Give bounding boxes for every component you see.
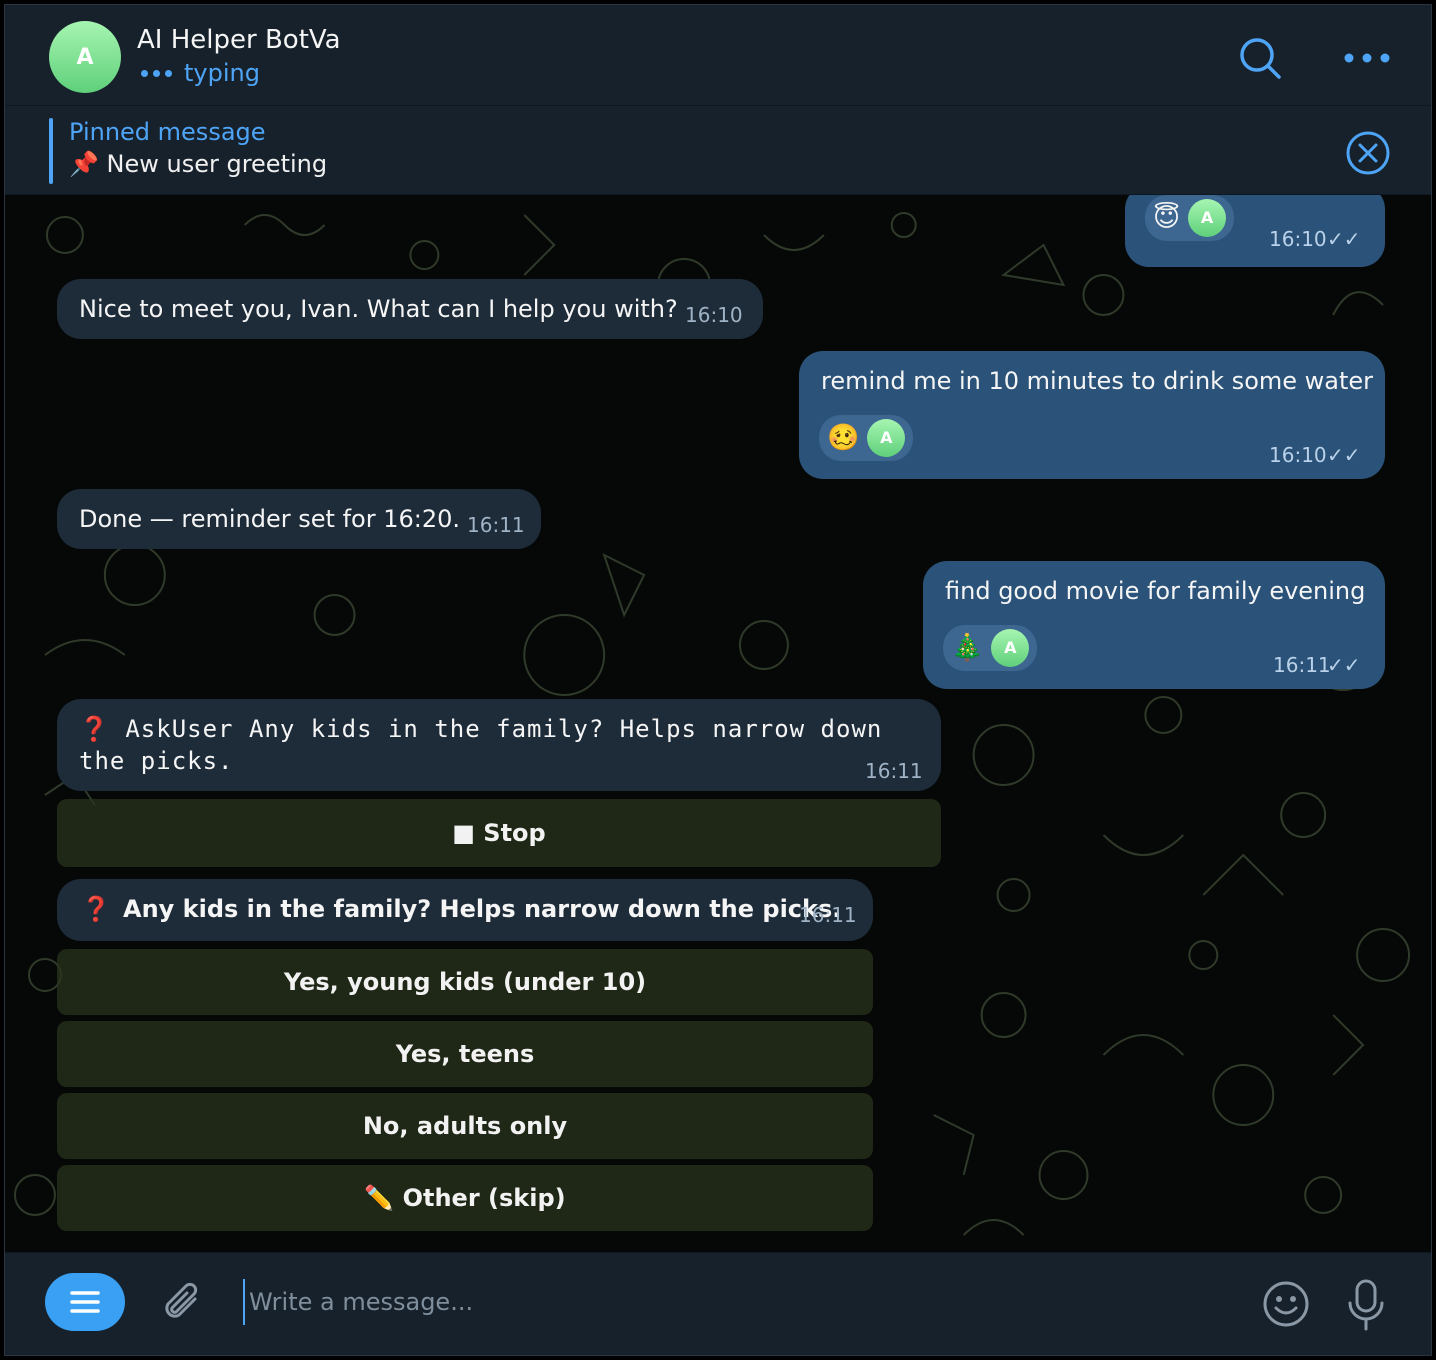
reaction-chip[interactable]: 🎄 A xyxy=(943,625,1038,671)
attach-icon[interactable] xyxy=(159,1279,209,1333)
message-time: 16:10 xyxy=(1269,227,1327,251)
typing-status: typing xyxy=(141,59,260,87)
reaction-emoji: 😇 xyxy=(1153,203,1181,233)
message-text: remind me in 10 minutes to drink some wa… xyxy=(821,367,1374,395)
microphone-icon[interactable] xyxy=(1343,1277,1389,1337)
message-text: Nice to meet you, Ivan. What can I help … xyxy=(79,295,678,323)
typing-dots-icon xyxy=(141,69,172,77)
close-icon[interactable] xyxy=(1345,130,1391,180)
option-button[interactable]: ✏️ Other (skip) xyxy=(57,1165,873,1231)
bot-menu-button[interactable] xyxy=(45,1273,125,1331)
avatar[interactable]: A xyxy=(49,21,121,93)
question-icon: ❓ xyxy=(79,715,110,743)
read-checkmarks-icon: ✓✓ xyxy=(1327,443,1361,467)
telegram-window: A AI Helper BotVa typing Pinned message … xyxy=(4,4,1432,1356)
chat-area[interactable]: 😇 A 16:10 ✓✓ Nice to meet you, Ivan. Wha… xyxy=(5,195,1431,1255)
incoming-message[interactable]: ❓ AskUser Any kids in the family? Helps … xyxy=(57,699,941,791)
askuser-text: AskUser Any kids in the family? Helps na… xyxy=(79,715,883,775)
more-options-icon[interactable] xyxy=(1343,49,1391,68)
chat-title[interactable]: AI Helper BotVa xyxy=(137,25,341,55)
pinned-indicator xyxy=(49,118,53,184)
message-time: 16:11 xyxy=(467,513,525,537)
reaction-avatar: A xyxy=(1188,199,1227,237)
pinned-title: Pinned message xyxy=(69,118,266,146)
emoji-icon[interactable] xyxy=(1261,1279,1311,1333)
message-time: 16:11 xyxy=(1273,653,1331,677)
message-input[interactable] xyxy=(243,1279,1151,1325)
incoming-message[interactable]: Nice to meet you, Ivan. What can I help … xyxy=(57,279,763,339)
outgoing-message[interactable]: find good movie for family evening 🎄 A 1… xyxy=(923,561,1385,689)
outgoing-message[interactable]: 😇 A 16:10 ✓✓ xyxy=(1125,195,1385,267)
message-time: 16:11 xyxy=(865,759,923,783)
message-time: 16:11 xyxy=(799,903,857,927)
option-button[interactable]: Yes, young kids (under 10) xyxy=(57,949,873,1015)
message-composer xyxy=(5,1252,1431,1355)
pinned-message-bar[interactable]: Pinned message 📌 New user greeting xyxy=(5,106,1431,195)
option-button[interactable]: No, adults only xyxy=(57,1093,873,1159)
message-text: find good movie for family evening xyxy=(945,577,1366,605)
status-text: typing xyxy=(184,59,260,87)
message-time: 16:10 xyxy=(1269,443,1327,467)
question-icon: ❓ xyxy=(81,895,111,923)
read-checkmarks-icon: ✓✓ xyxy=(1327,227,1361,251)
read-checkmarks-icon: ✓✓ xyxy=(1327,653,1361,677)
chat-header: A AI Helper BotVa typing xyxy=(5,5,1431,106)
search-icon[interactable] xyxy=(1237,35,1285,87)
message-text: Any kids in the family? Helps narrow dow… xyxy=(123,895,842,923)
stop-button[interactable]: ■ Stop xyxy=(57,799,941,867)
message-text: Done — reminder set for 16:20. xyxy=(79,505,460,533)
message-text: ❓ AskUser Any kids in the family? Helps … xyxy=(79,713,925,777)
pinned-text: 📌 New user greeting xyxy=(69,150,328,178)
reaction-avatar: A xyxy=(867,419,906,457)
option-button[interactable]: Yes, teens xyxy=(57,1021,873,1087)
reaction-chip[interactable]: 🥴 A xyxy=(819,415,914,461)
reaction-emoji: 🎄 xyxy=(951,633,984,663)
outgoing-message[interactable]: remind me in 10 minutes to drink some wa… xyxy=(799,351,1385,479)
reaction-chip[interactable]: 😇 A xyxy=(1145,195,1235,241)
incoming-message[interactable]: Done — reminder set for 16:20. 16:11 xyxy=(57,489,541,549)
reaction-avatar: A xyxy=(991,629,1030,667)
reaction-emoji: 🥴 xyxy=(827,423,860,453)
menu-icon xyxy=(70,1291,100,1313)
message-time: 16:10 xyxy=(685,303,743,327)
incoming-message[interactable]: ❓ Any kids in the family? Helps narrow d… xyxy=(57,879,873,941)
